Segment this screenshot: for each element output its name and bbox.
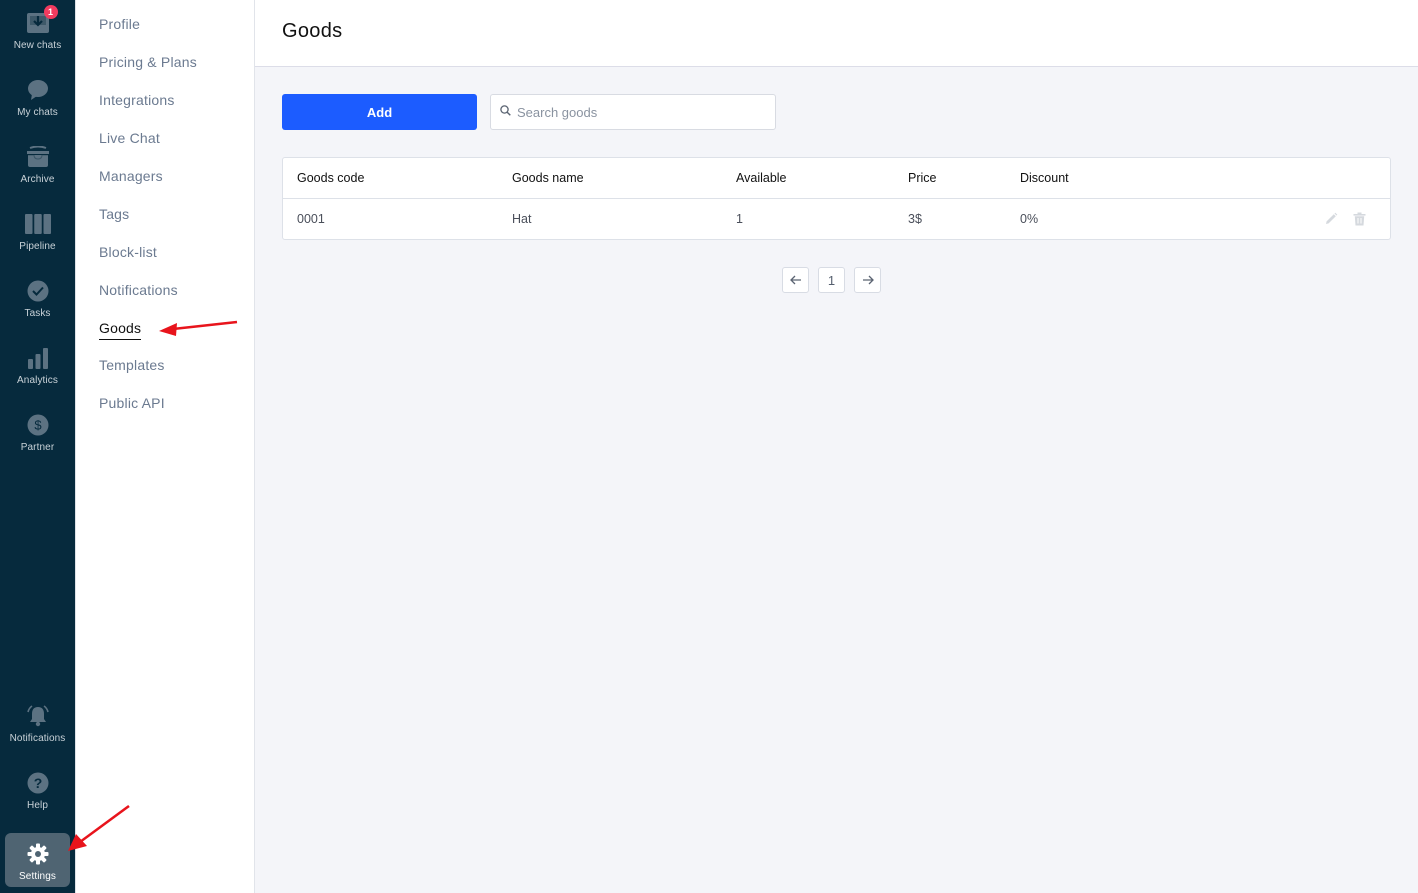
table-row[interactable]: 0001 Hat 1 3$ 0% xyxy=(283,199,1390,240)
add-goods-button[interactable]: Add xyxy=(282,94,477,130)
search-icon xyxy=(500,103,511,121)
rail-item-new-chats[interactable]: 1 New chats xyxy=(5,2,70,62)
svg-text:$: $ xyxy=(34,418,42,433)
check-circle-icon xyxy=(25,278,51,304)
pipeline-columns-icon xyxy=(24,211,51,237)
cell-goods-code: 0001 xyxy=(297,212,325,226)
column-header-goods-name[interactable]: Goods name xyxy=(512,171,584,185)
edit-icon[interactable] xyxy=(1323,211,1339,227)
rail-label: Archive xyxy=(20,174,55,185)
column-header-price[interactable]: Price xyxy=(908,171,936,185)
chat-bubble-icon xyxy=(25,77,51,103)
rail-label: Partner xyxy=(20,442,55,453)
column-header-goods-code[interactable]: Goods code xyxy=(297,171,364,185)
arrow-left-icon xyxy=(789,273,802,288)
rail-label: Help xyxy=(27,800,48,811)
column-header-discount[interactable]: Discount xyxy=(1020,171,1069,185)
cell-goods-name: Hat xyxy=(512,212,532,226)
page-header: Goods xyxy=(255,0,1418,67)
rail-item-my-chats[interactable]: My chats xyxy=(5,69,70,129)
settings-nav-block-list[interactable]: Block-list xyxy=(99,244,157,260)
rail-item-help[interactable]: ? Help xyxy=(5,762,70,822)
gear-icon xyxy=(25,841,51,867)
rail-label: Tasks xyxy=(24,308,51,319)
pagination-page-button[interactable]: 1 xyxy=(818,267,845,293)
icon-rail: 1 New chats My chats Archive Pipeline Ta… xyxy=(0,0,75,893)
settings-nav-profile[interactable]: Profile xyxy=(99,16,140,32)
column-header-available[interactable]: Available xyxy=(736,171,787,185)
page-title: Goods xyxy=(282,20,343,42)
settings-nav-goods[interactable]: Goods xyxy=(99,320,142,340)
rail-label: Analytics xyxy=(17,375,58,386)
search-box[interactable] xyxy=(490,94,776,130)
settings-nav-notifications[interactable]: Notifications xyxy=(99,282,178,298)
settings-nav-pricing-plans[interactable]: Pricing & Plans xyxy=(99,54,197,70)
rail-label: My chats xyxy=(17,107,58,118)
bar-chart-icon xyxy=(25,345,51,371)
rail-item-partner[interactable]: $ Partner xyxy=(5,404,70,464)
settings-nav-live-chat[interactable]: Live Chat xyxy=(99,130,160,146)
rail-item-analytics[interactable]: Analytics xyxy=(5,337,70,397)
trash-icon[interactable] xyxy=(1351,211,1367,227)
settings-nav: Profile Pricing & Plans Integrations Liv… xyxy=(75,0,255,893)
rail-item-tasks[interactable]: Tasks xyxy=(5,270,70,330)
bell-icon xyxy=(25,703,51,729)
rail-item-notifications[interactable]: Notifications xyxy=(5,695,70,755)
cell-available: 1 xyxy=(736,212,743,226)
cell-discount: 0% xyxy=(1020,212,1039,226)
rail-item-archive[interactable]: Archive xyxy=(5,136,70,196)
rail-label: Pipeline xyxy=(19,241,56,252)
rail-label: Settings xyxy=(19,871,56,882)
rail-item-pipeline[interactable]: Pipeline xyxy=(5,203,70,263)
pagination-prev-button[interactable] xyxy=(782,267,809,293)
archive-box-icon xyxy=(25,144,51,170)
inbox-download-icon: 1 xyxy=(25,5,58,36)
search-goods-input[interactable] xyxy=(517,104,757,120)
arrow-right-icon xyxy=(862,273,874,288)
cell-price: 3$ xyxy=(908,212,922,226)
svg-text:?: ? xyxy=(33,775,42,791)
question-circle-icon: ? xyxy=(25,770,51,796)
dollar-circle-icon: $ xyxy=(25,412,51,438)
settings-nav-public-api[interactable]: Public API xyxy=(99,395,165,411)
rail-label: Notifications xyxy=(9,733,66,744)
table-header-row: Goods code Goods name Available Price Di… xyxy=(283,158,1390,199)
settings-nav-templates[interactable]: Templates xyxy=(99,357,165,373)
rail-item-settings[interactable]: Settings xyxy=(5,833,70,887)
goods-table: Goods code Goods name Available Price Di… xyxy=(282,157,1391,240)
settings-nav-tags[interactable]: Tags xyxy=(99,206,129,222)
settings-nav-integrations[interactable]: Integrations xyxy=(99,92,175,108)
rail-label: New chats xyxy=(13,40,62,51)
new-chats-badge: 1 xyxy=(43,5,58,19)
pagination-next-button[interactable] xyxy=(854,267,881,293)
settings-nav-managers[interactable]: Managers xyxy=(99,168,163,184)
